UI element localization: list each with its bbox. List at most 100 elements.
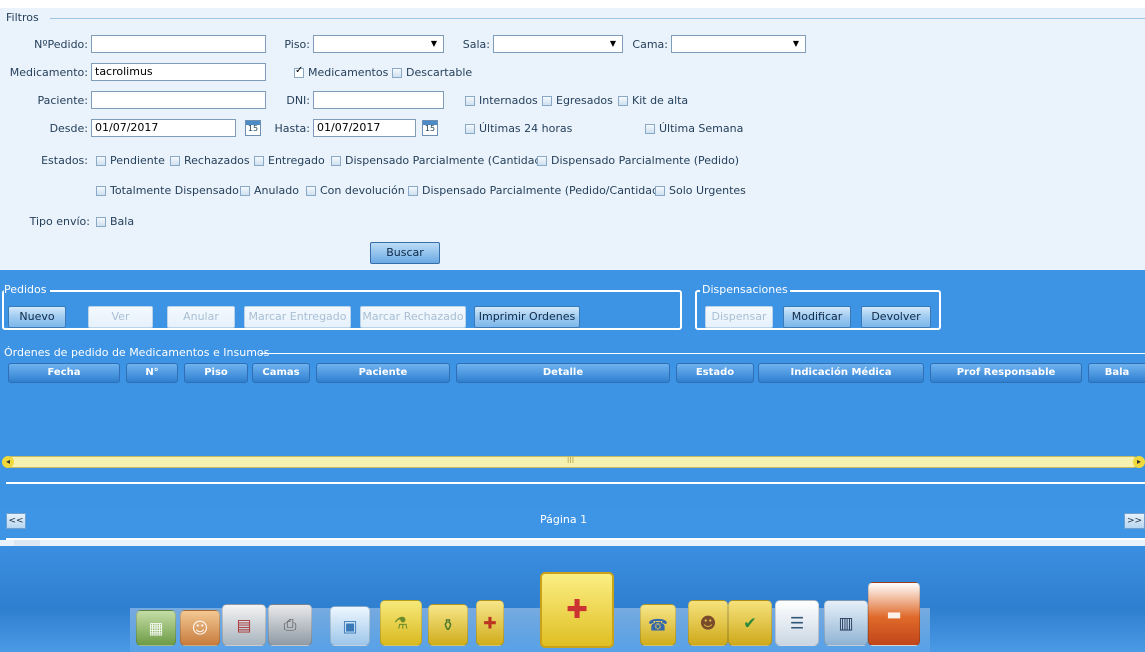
- id-card-icon[interactable]: ▣: [330, 606, 370, 646]
- estado-entregado-checkbox[interactable]: [254, 156, 264, 166]
- kit-alta-checkbox[interactable]: [618, 96, 628, 106]
- paciente-label: Paciente:: [37, 94, 88, 107]
- horizontal-scrollbar[interactable]: III: [6, 456, 1139, 468]
- sala-select[interactable]: ▼: [493, 35, 623, 53]
- chevron-down-icon: ▼: [430, 39, 437, 48]
- checklist-icon[interactable]: ✔: [728, 600, 772, 646]
- scroll-right-icon[interactable]: ▸: [1133, 456, 1145, 468]
- scroll-left-icon[interactable]: ◂: [2, 456, 14, 468]
- patients-icon[interactable]: ☺: [180, 610, 220, 646]
- buscar-button[interactable]: Buscar: [370, 242, 440, 264]
- estado-pendiente-checkbox[interactable]: [96, 156, 106, 166]
- estado-solo-urgentes-checkbox[interactable]: [655, 186, 665, 196]
- section-divider: [6, 482, 1145, 484]
- descartable-checkbox[interactable]: [392, 68, 402, 78]
- dispensaciones-legend: Dispensaciones: [700, 283, 790, 296]
- piso-label: Piso:: [284, 38, 310, 51]
- estado-disp-parcial-pedido-checkbox[interactable]: [537, 156, 547, 166]
- marcar-rechazado-button[interactable]: Marcar Rechazado: [360, 306, 466, 328]
- ultima-semana-checkbox[interactable]: [645, 124, 655, 134]
- estado-disp-parcial-cantidad-checkbox[interactable]: [331, 156, 341, 166]
- cama-label: Cama:: [632, 38, 668, 51]
- prescription-icon[interactable]: ✚: [540, 572, 614, 648]
- estado-totalmente-dispensado-checkbox[interactable]: [96, 186, 106, 196]
- column-header-fecha[interactable]: Fecha: [8, 363, 120, 383]
- page-label: Página 1: [540, 513, 588, 526]
- bala-label: Bala: [110, 215, 135, 228]
- calendar-icon[interactable]: 15: [422, 120, 438, 136]
- hasta-date-input[interactable]: 01/07/2017: [313, 119, 416, 137]
- filtros-panel: Filtros NºPedido: Piso: ▼ Sala: ▼ Cama: …: [0, 8, 1145, 264]
- column-header-paciente[interactable]: Paciente: [316, 363, 450, 383]
- dni-input[interactable]: [313, 91, 444, 109]
- dispensar-button[interactable]: Dispensar: [705, 306, 773, 328]
- phone-icon[interactable]: ☎: [640, 604, 676, 646]
- monitor-icon[interactable]: ▥: [824, 600, 868, 646]
- imprimir-ordenes-button[interactable]: Imprimir Ordenes: [474, 306, 580, 328]
- beds-icon[interactable]: ▦: [136, 610, 176, 646]
- pharmacy-icon[interactable]: ✚: [476, 600, 504, 646]
- column-header-indicacion-medica[interactable]: Indicación Médica: [758, 363, 924, 383]
- estado-label: Solo Urgentes: [669, 184, 746, 197]
- medicamentos-checkbox[interactable]: [294, 65, 304, 78]
- devolver-button[interactable]: Devolver: [861, 306, 931, 328]
- ver-button[interactable]: Ver: [88, 306, 153, 328]
- pedidos-legend: Pedidos: [4, 283, 50, 296]
- bala-checkbox[interactable]: [96, 217, 106, 227]
- ultimas-24-horas-label: Últimas 24 horas: [479, 122, 573, 135]
- paciente-input[interactable]: [91, 91, 266, 109]
- ordenes-divider: [260, 353, 1145, 354]
- scroll-grip[interactable]: III: [567, 456, 574, 465]
- column-header-prof-responsable[interactable]: Prof Responsable: [930, 363, 1082, 383]
- orders-table-body: [6, 385, 1139, 453]
- internados-label: Internados: [479, 94, 538, 107]
- anular-button[interactable]: Anular: [167, 306, 235, 328]
- estado-con-devolucion-checkbox[interactable]: [306, 186, 316, 196]
- chevron-down-icon: ▼: [609, 39, 616, 48]
- dni-label: DNI:: [286, 94, 310, 107]
- lab-icon[interactable]: ⚱: [428, 604, 468, 646]
- estado-label: Dispensado Parcialmente (Pedido/Cantidad…: [422, 184, 664, 197]
- ultima-semana-label: Última Semana: [659, 122, 744, 135]
- internados-checkbox[interactable]: [465, 96, 475, 106]
- column-header-piso[interactable]: Piso: [184, 363, 248, 383]
- estado-disp-parcial-ped-cant-checkbox[interactable]: [408, 186, 418, 196]
- nro-pedido-input[interactable]: [91, 35, 266, 53]
- ordenes-legend: Órdenes de pedido de Medicamentos e Insu…: [4, 346, 270, 359]
- egresados-checkbox[interactable]: [542, 96, 552, 106]
- desde-date-input[interactable]: 01/07/2017: [91, 119, 236, 137]
- column-header-estado[interactable]: Estado: [676, 363, 754, 383]
- modificar-button[interactable]: Modificar: [783, 306, 851, 328]
- tipo-envio-label: Tipo envío:: [29, 215, 90, 228]
- next-page-button[interactable]: >>: [1124, 513, 1145, 529]
- piso-select[interactable]: ▼: [313, 35, 444, 53]
- printer-icon[interactable]: ⎙: [268, 604, 312, 646]
- report-icon[interactable]: ☰: [775, 600, 819, 646]
- ultimas-24-horas-checkbox[interactable]: [465, 124, 475, 134]
- medicine-bottle-icon[interactable]: ⚗: [380, 600, 422, 646]
- medicamento-input[interactable]: tacrolimus: [91, 63, 266, 81]
- medicamento-label: Medicamento:: [9, 66, 88, 79]
- patient-bed-icon[interactable]: ▬: [868, 582, 920, 646]
- calendar-icon[interactable]: 15: [245, 120, 261, 136]
- estado-label: Rechazados: [184, 154, 250, 167]
- nro-pedido-label: NºPedido:: [34, 38, 88, 51]
- nuevo-button[interactable]: Nuevo: [8, 306, 66, 328]
- cama-select[interactable]: ▼: [671, 35, 806, 53]
- column-header-nro[interactable]: N°: [126, 363, 178, 383]
- estado-label: Con devolución: [320, 184, 405, 197]
- estado-rechazados-checkbox[interactable]: [170, 156, 180, 166]
- title-strip: [0, 0, 1145, 8]
- prev-page-button[interactable]: <<: [6, 513, 26, 529]
- hasta-label: Hasta:: [274, 122, 310, 135]
- column-header-camas[interactable]: Camas: [252, 363, 310, 383]
- column-header-detalle[interactable]: Detalle: [456, 363, 670, 383]
- estado-label: Anulado: [254, 184, 299, 197]
- estado-anulado-checkbox[interactable]: [240, 186, 250, 196]
- doctor-icon[interactable]: ☻: [688, 600, 728, 646]
- column-header-bala[interactable]: Bala: [1088, 363, 1145, 383]
- marcar-entregado-button[interactable]: Marcar Entregado: [244, 306, 351, 328]
- calendar-day: 15: [247, 124, 259, 133]
- sala-label: Sala:: [462, 38, 490, 51]
- documents-icon[interactable]: ▤: [222, 604, 266, 646]
